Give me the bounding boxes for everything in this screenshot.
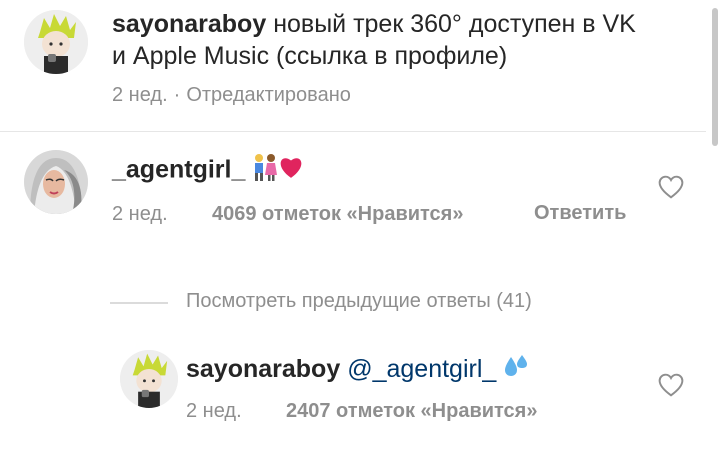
- reply-author-username[interactable]: sayonaraboy: [186, 355, 340, 383]
- post-time: 2 нед.: [112, 84, 168, 106]
- reply-time: 2 нед.: [186, 400, 242, 422]
- reply-author-avatar[interactable]: [120, 350, 178, 408]
- view-previous-line: [110, 302, 168, 304]
- mention-link[interactable]: @_agentgirl_: [347, 355, 496, 383]
- reply-meta: 2 нед.: [186, 400, 242, 423]
- comment-time: 2 нед.: [112, 203, 168, 225]
- commenter-username[interactable]: _agentgirl_: [112, 156, 245, 184]
- reply-likes[interactable]: 2407 отметок «Нравится»: [286, 400, 537, 423]
- commenter-avatar[interactable]: [24, 150, 88, 214]
- post-author-username[interactable]: sayonaraboy: [112, 10, 266, 38]
- heart-emoji: [278, 155, 304, 187]
- like-heart-icon[interactable]: [658, 175, 684, 199]
- comment-likes[interactable]: 4069 отметок «Нравится»: [212, 203, 463, 226]
- meta-separator: ·: [173, 84, 181, 106]
- edited-label: Отредактировано: [186, 84, 351, 106]
- reply-line: sayonaraboy @_agentgirl_: [186, 353, 529, 387]
- view-previous-replies[interactable]: Посмотреть предыдущие ответы (41): [186, 290, 532, 313]
- couple-emoji: [252, 153, 278, 189]
- divider: [0, 131, 706, 132]
- reply-button[interactable]: Ответить: [534, 199, 626, 227]
- scrollbar[interactable]: [712, 8, 718, 146]
- comment-meta: 2 нед.: [112, 203, 168, 226]
- comment-line: _agentgirl_: [112, 153, 304, 189]
- post-caption: sayonaraboy новый трек 360° доступен в V…: [112, 8, 652, 72]
- post-author-avatar[interactable]: [24, 10, 88, 74]
- reply-like-heart-icon[interactable]: [658, 373, 684, 397]
- sweat-droplets-emoji: [503, 353, 529, 387]
- post-meta: 2 нед. · Отредактировано: [112, 84, 351, 107]
